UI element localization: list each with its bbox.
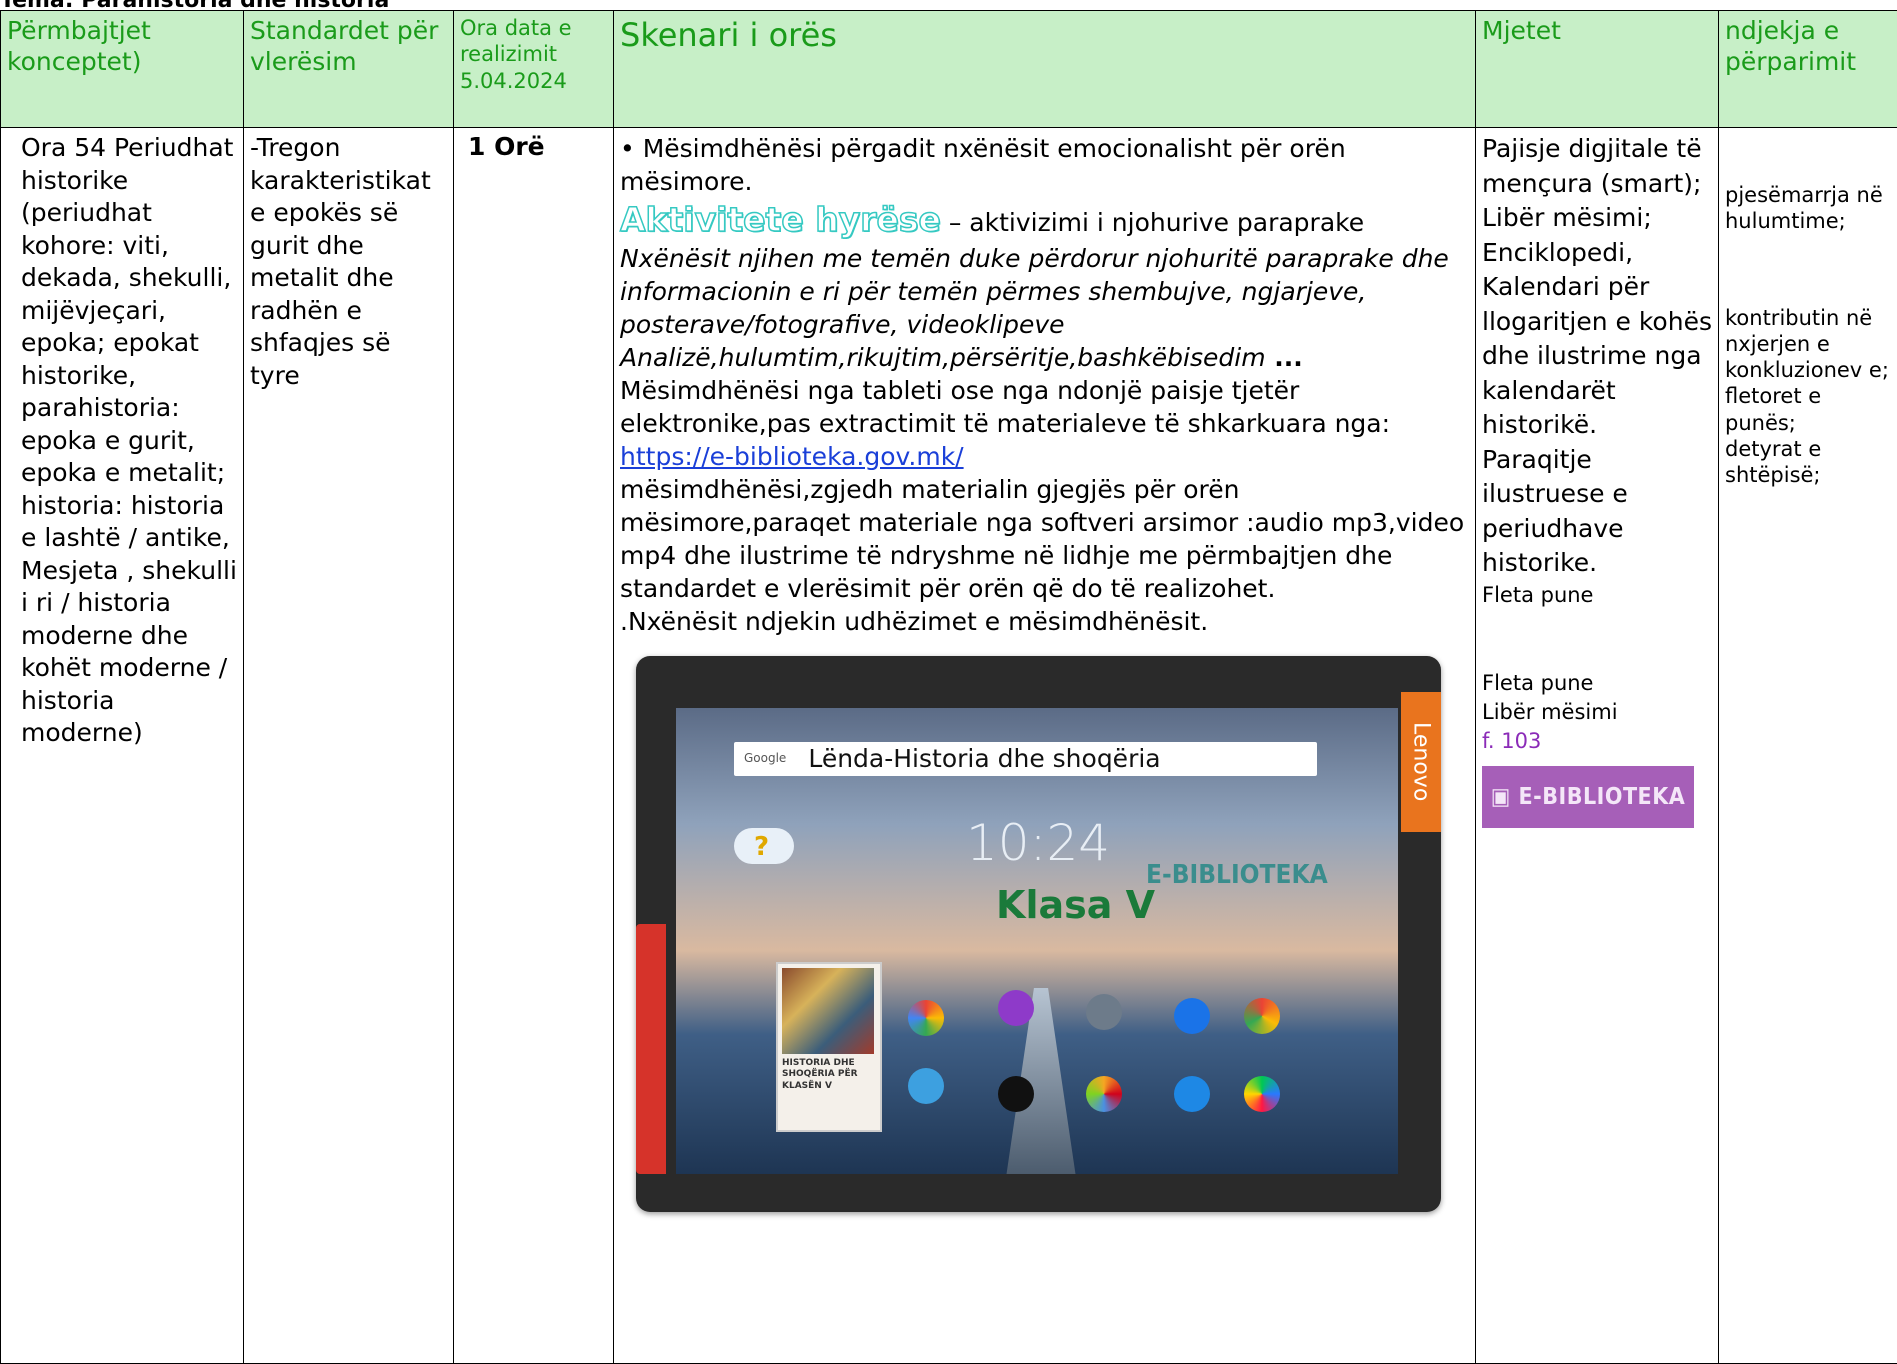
teacher-select-text: mësimdhënësi,zgjedh materialin gjegjës p… bbox=[620, 473, 1469, 605]
teacher-tablet-text: Mësimdhënësi nga tableti ose nga ndonjë … bbox=[620, 374, 1469, 440]
worksheet-label-2: Fleta pune bbox=[1482, 669, 1712, 698]
page-reference: f. 103 bbox=[1482, 727, 1712, 756]
class-label: Klasa V bbox=[996, 880, 1155, 930]
netflix-app-icon bbox=[998, 1076, 1034, 1112]
methods-line: Analizë,hulumtim,rikujtim,përsëritje,bas… bbox=[620, 341, 1469, 374]
content-concepts-text: Ora 54 Periudhat historike (periudhat ko… bbox=[7, 132, 237, 750]
worksheet-label-1: Fleta pune bbox=[1482, 581, 1712, 610]
students-follow-text: .Nxënësit ndjekin udhëzimet e mësimdhënë… bbox=[620, 605, 1469, 638]
weather-icon: ? bbox=[734, 828, 794, 864]
lenovo-logo: Lenovo bbox=[1401, 692, 1441, 832]
standards-cell: -Tregon karakteristikat e epokës së guri… bbox=[244, 128, 454, 1364]
intro-activity-desc: – aktivizimi i njohurive paraprake bbox=[941, 208, 1364, 237]
content-concepts-cell: Ora 54 Periudhat historike (periudhat ko… bbox=[1, 128, 244, 1364]
hours-text: 1 Orë bbox=[460, 132, 607, 161]
search-bar-text: Lënda-Historia dhe shoqëria bbox=[808, 742, 1160, 775]
search-bar: Google Lënda-Historia dhe shoqëria bbox=[734, 742, 1317, 776]
header-content: Përmbajtjet konceptet) bbox=[1, 11, 244, 128]
e-biblioteka-link[interactable]: https://e-biblioteka.gov.mk/ bbox=[620, 442, 964, 471]
tools-text: Pajisje digjitale të mençura (smart); Li… bbox=[1482, 132, 1712, 581]
header-standards: Standardet për vlerësim bbox=[244, 11, 454, 128]
progress-cell: pjesëmarrja në hulumtime; kontributin në… bbox=[1719, 128, 1897, 1364]
progress-worksheets: fletoret e punës; bbox=[1725, 383, 1891, 436]
settings-app-icon bbox=[1086, 994, 1122, 1030]
tablet-screen: Google Lënda-Historia dhe shoqëria ? 10:… bbox=[676, 708, 1398, 1174]
standards-text: -Tregon karakteristikat e epokës së guri… bbox=[250, 132, 447, 392]
e-biblioteka-logo-text: E-BIBLIOTEKA bbox=[1519, 782, 1686, 814]
header-progress: ndjekja e përparimit bbox=[1719, 11, 1897, 128]
duo-app-icon bbox=[1174, 998, 1210, 1034]
side-feature-bar bbox=[636, 924, 666, 1174]
tablet-image: Google Lënda-Historia dhe shoqëria ? 10:… bbox=[636, 656, 1441, 1212]
progress-homework: detyrat e shtëpisë; bbox=[1725, 436, 1891, 489]
scenario-intro: • Mësimdhënësi përgadit nxënësit emocion… bbox=[620, 132, 1469, 198]
messages-app-icon bbox=[1174, 1076, 1210, 1112]
book-cover-art bbox=[782, 968, 874, 1054]
lesson-plan-table: Përmbajtjet konceptet) Standardet për vl… bbox=[0, 10, 1897, 1364]
header-row: Përmbajtjet konceptet) Standardet për vl… bbox=[1, 11, 1897, 128]
progress-participation: pjesëmarrja në hulumtime; bbox=[1725, 182, 1891, 235]
progress-contribution: kontributin në nxjerjen e konkluzionev e… bbox=[1725, 305, 1891, 384]
header-date: Ora data e realizimit 5.04.2024 bbox=[454, 11, 614, 128]
book-cover: HISTORIA DHE SHOQËRIA PËR KLASËN V bbox=[776, 962, 882, 1132]
methods-ellipsis: ... bbox=[1266, 343, 1303, 372]
library-label: E-BIBLIOTEKA bbox=[1146, 858, 1328, 892]
lesson-row: Ora 54 Periudhat historike (periudhat ko… bbox=[1, 128, 1897, 1364]
photos-app-icon bbox=[908, 1000, 944, 1036]
intro-activity-line: Aktivitete hyrëse – aktivizimi i njohuri… bbox=[620, 198, 1469, 242]
header-scenario: Skenari i orës bbox=[614, 11, 1476, 128]
play-store-icon bbox=[1244, 1076, 1280, 1112]
camera-app-icon bbox=[998, 990, 1034, 1026]
intro-activity-title: Aktivitete hyrëse bbox=[620, 200, 941, 239]
tools-cell: Pajisje digjitale të mençura (smart); Li… bbox=[1476, 128, 1719, 1364]
clock-text: 10:24 bbox=[966, 810, 1110, 876]
scenario-cell: • Mësimdhënësi përgadit nxënësit emocion… bbox=[614, 128, 1476, 1364]
hours-cell: 1 Orë bbox=[454, 128, 614, 1364]
gallery-app-icon bbox=[1086, 1076, 1122, 1112]
textbook-label: Libër mësimi bbox=[1482, 698, 1712, 727]
meet-app-icon bbox=[908, 1068, 944, 1104]
intro-italic-text: Nxënësit njihen me temën duke përdorur n… bbox=[620, 242, 1469, 341]
header-tools: Mjetet bbox=[1476, 11, 1719, 128]
methods-text: Analizë,hulumtim,rikujtim,përsëritje,bas… bbox=[620, 343, 1266, 372]
chrome-app-icon bbox=[1244, 998, 1280, 1034]
book-title: HISTORIA DHE SHOQËRIA PËR KLASËN V bbox=[782, 1058, 876, 1094]
e-biblioteka-logo: ▣ E-BIBLIOTEKA bbox=[1482, 766, 1694, 828]
status-bar bbox=[676, 708, 1398, 722]
google-logo: Google bbox=[744, 751, 786, 767]
